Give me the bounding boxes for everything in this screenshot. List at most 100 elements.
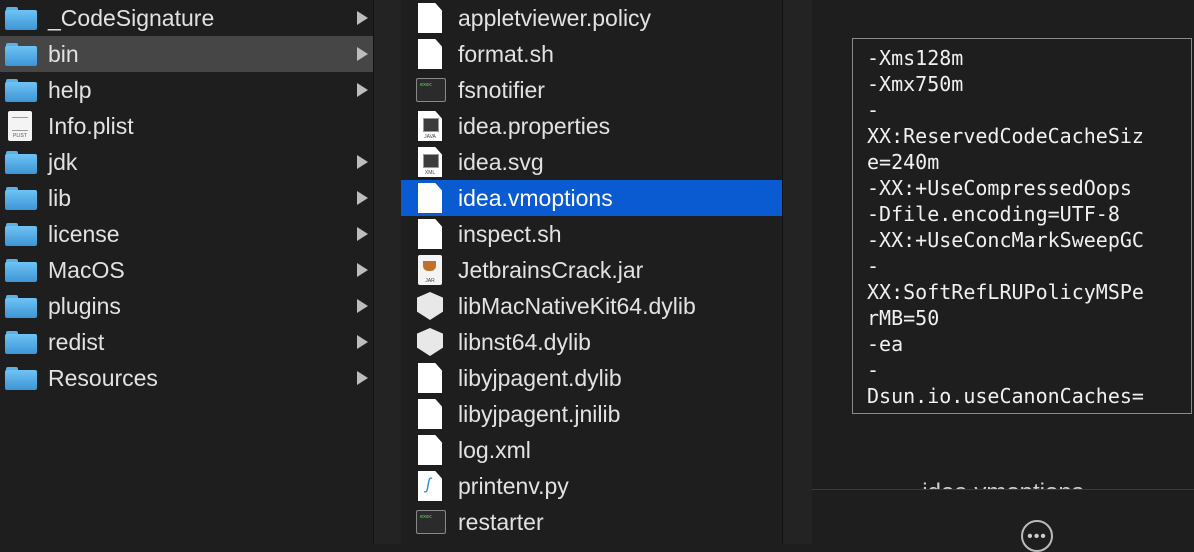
file-name: restarter bbox=[458, 508, 544, 535]
code-line: -ea bbox=[867, 332, 904, 356]
file-type-tag: XML bbox=[424, 170, 436, 176]
file-type-tag: JAR bbox=[425, 278, 435, 284]
file-list-item[interactable]: libnst64.dylib bbox=[401, 324, 782, 360]
more-actions-button[interactable]: ••• bbox=[1021, 520, 1053, 552]
file-list-item[interactable]: libyjpagent.jnilib bbox=[401, 396, 782, 432]
document-icon bbox=[418, 39, 442, 69]
folder-icon bbox=[5, 221, 37, 247]
file-name: log.xml bbox=[458, 436, 531, 463]
folder-icon bbox=[5, 5, 37, 31]
folder-body bbox=[5, 46, 37, 66]
code-line: false bbox=[867, 409, 1177, 413]
bin-folder-column[interactable]: appletviewer.policy format.sh exec fsnotifi… bbox=[401, 0, 782, 544]
code-line: - bbox=[867, 254, 880, 278]
disclosure-arrow-icon bbox=[357, 11, 368, 25]
code-line: - bbox=[867, 358, 880, 382]
file-list-item[interactable]: inspect.sh bbox=[401, 216, 782, 252]
document-icon bbox=[418, 3, 442, 33]
document-icon bbox=[418, 219, 442, 249]
file-list-item[interactable]: jdk bbox=[0, 144, 373, 180]
file-name: libnst64.dylib bbox=[458, 328, 591, 355]
file-name: printenv.py bbox=[458, 472, 569, 499]
file-name: idea.properties bbox=[458, 112, 611, 139]
file-list-item[interactable]: log.xml bbox=[401, 432, 782, 468]
folder-body bbox=[5, 10, 37, 30]
file-list-item[interactable]: MacOS bbox=[0, 252, 373, 288]
disclosure-arrow-icon bbox=[357, 299, 368, 313]
file-name: idea.vmoptions bbox=[458, 184, 613, 211]
file-type-tag: JAVA bbox=[424, 134, 436, 140]
folder-icon bbox=[5, 257, 37, 283]
file-list-item[interactable]: XML idea.svg bbox=[401, 144, 782, 180]
file-list-item[interactable]: bin bbox=[0, 36, 373, 72]
preview-filename: idea.vmoptions bbox=[812, 476, 1194, 490]
folder-icon bbox=[5, 185, 37, 211]
file-list-item[interactable]: exec fsnotifier bbox=[401, 72, 782, 108]
folder-body bbox=[5, 154, 37, 174]
file-name: redist bbox=[48, 328, 105, 355]
coffee-cup-glyph bbox=[423, 261, 436, 271]
file-list-item[interactable]: appletviewer.policy bbox=[401, 0, 782, 36]
file-name: license bbox=[48, 220, 120, 247]
terminal-prompt-glyph: exec bbox=[420, 82, 433, 88]
file-list-item[interactable]: format.sh bbox=[401, 36, 782, 72]
terminal-exec-icon: exec bbox=[416, 510, 446, 534]
file-list-item[interactable]: JAR JetbrainsCrack.jar bbox=[401, 252, 782, 288]
document-icon bbox=[418, 183, 442, 213]
code-line: - bbox=[867, 98, 880, 122]
folder-icon bbox=[5, 149, 37, 175]
file-name: lib bbox=[48, 184, 72, 211]
terminal-exec-icon: exec bbox=[416, 78, 446, 102]
file-list-item[interactable]: Resources bbox=[0, 360, 373, 396]
code-line: -Xmx750m bbox=[867, 72, 964, 96]
file-type-tag: PLIST bbox=[13, 133, 27, 139]
file-list-item[interactable]: libMacNativeKit64.dylib bbox=[401, 288, 782, 324]
code-line: -Xms128m bbox=[867, 46, 964, 70]
file-list-item[interactable]: PLIST Info.plist bbox=[0, 108, 373, 144]
file-list-item[interactable]: _CodeSignature bbox=[0, 0, 373, 36]
file-preview-thumb bbox=[423, 154, 439, 168]
parent-folder-column[interactable]: _CodeSignature bin help PLIST Info.plist jdk l… bbox=[0, 0, 373, 544]
folder-body bbox=[5, 262, 37, 282]
dylib-icon bbox=[417, 328, 443, 356]
document-icon bbox=[418, 399, 442, 429]
file-list-item[interactable]: ʃ printenv.py bbox=[401, 468, 782, 504]
file-content-preview: -Xms128m -Xmx750m - XX:ReservedCodeCacheSiz… bbox=[852, 38, 1192, 414]
file-list-item[interactable]: plugins bbox=[0, 288, 373, 324]
file-name: Resources bbox=[48, 364, 158, 391]
code-line: XX:SoftRefLRUPolicyMSPe bbox=[867, 280, 1144, 304]
folder-icon bbox=[5, 77, 37, 103]
disclosure-arrow-icon bbox=[357, 191, 368, 205]
file-name: libyjpagent.dylib bbox=[458, 364, 622, 391]
file-list-item[interactable]: license bbox=[0, 216, 373, 252]
file-list-item[interactable]: JAVA idea.properties bbox=[401, 108, 782, 144]
file-name: idea.svg bbox=[458, 148, 544, 175]
column-divider[interactable] bbox=[373, 0, 402, 544]
folder-icon bbox=[5, 41, 37, 67]
python-file-icon: ʃ bbox=[418, 471, 442, 501]
file-preview-thumb bbox=[423, 118, 439, 132]
disclosure-arrow-icon bbox=[357, 47, 368, 61]
file-list-item[interactable]: libyjpagent.dylib bbox=[401, 360, 782, 396]
disclosure-arrow-icon bbox=[357, 83, 368, 97]
file-name: fsnotifier bbox=[458, 76, 545, 103]
preview-divider bbox=[812, 489, 1194, 490]
file-list-item[interactable]: redist bbox=[0, 324, 373, 360]
code-line: -XX:+UseCompressedOops bbox=[867, 176, 1132, 200]
file-name: format.sh bbox=[458, 40, 554, 67]
jar-file-icon: JAR bbox=[418, 255, 442, 285]
code-line: rMB=50 bbox=[867, 306, 940, 330]
folder-icon bbox=[5, 293, 37, 319]
document-icon bbox=[418, 435, 442, 465]
file-list-item[interactable]: lib bbox=[0, 180, 373, 216]
file-list-item[interactable]: exec restarter bbox=[401, 504, 782, 540]
folder-icon bbox=[5, 329, 37, 355]
file-list-item[interactable]: help bbox=[0, 72, 373, 108]
file-name: inspect.sh bbox=[458, 220, 562, 247]
file-name: jdk bbox=[48, 148, 78, 175]
file-list-item[interactable]: idea.vmoptions bbox=[401, 180, 782, 216]
terminal-prompt-glyph: exec bbox=[420, 514, 433, 520]
file-name: plugins bbox=[48, 292, 121, 319]
disclosure-arrow-icon bbox=[357, 371, 368, 385]
column-divider[interactable] bbox=[782, 0, 813, 544]
